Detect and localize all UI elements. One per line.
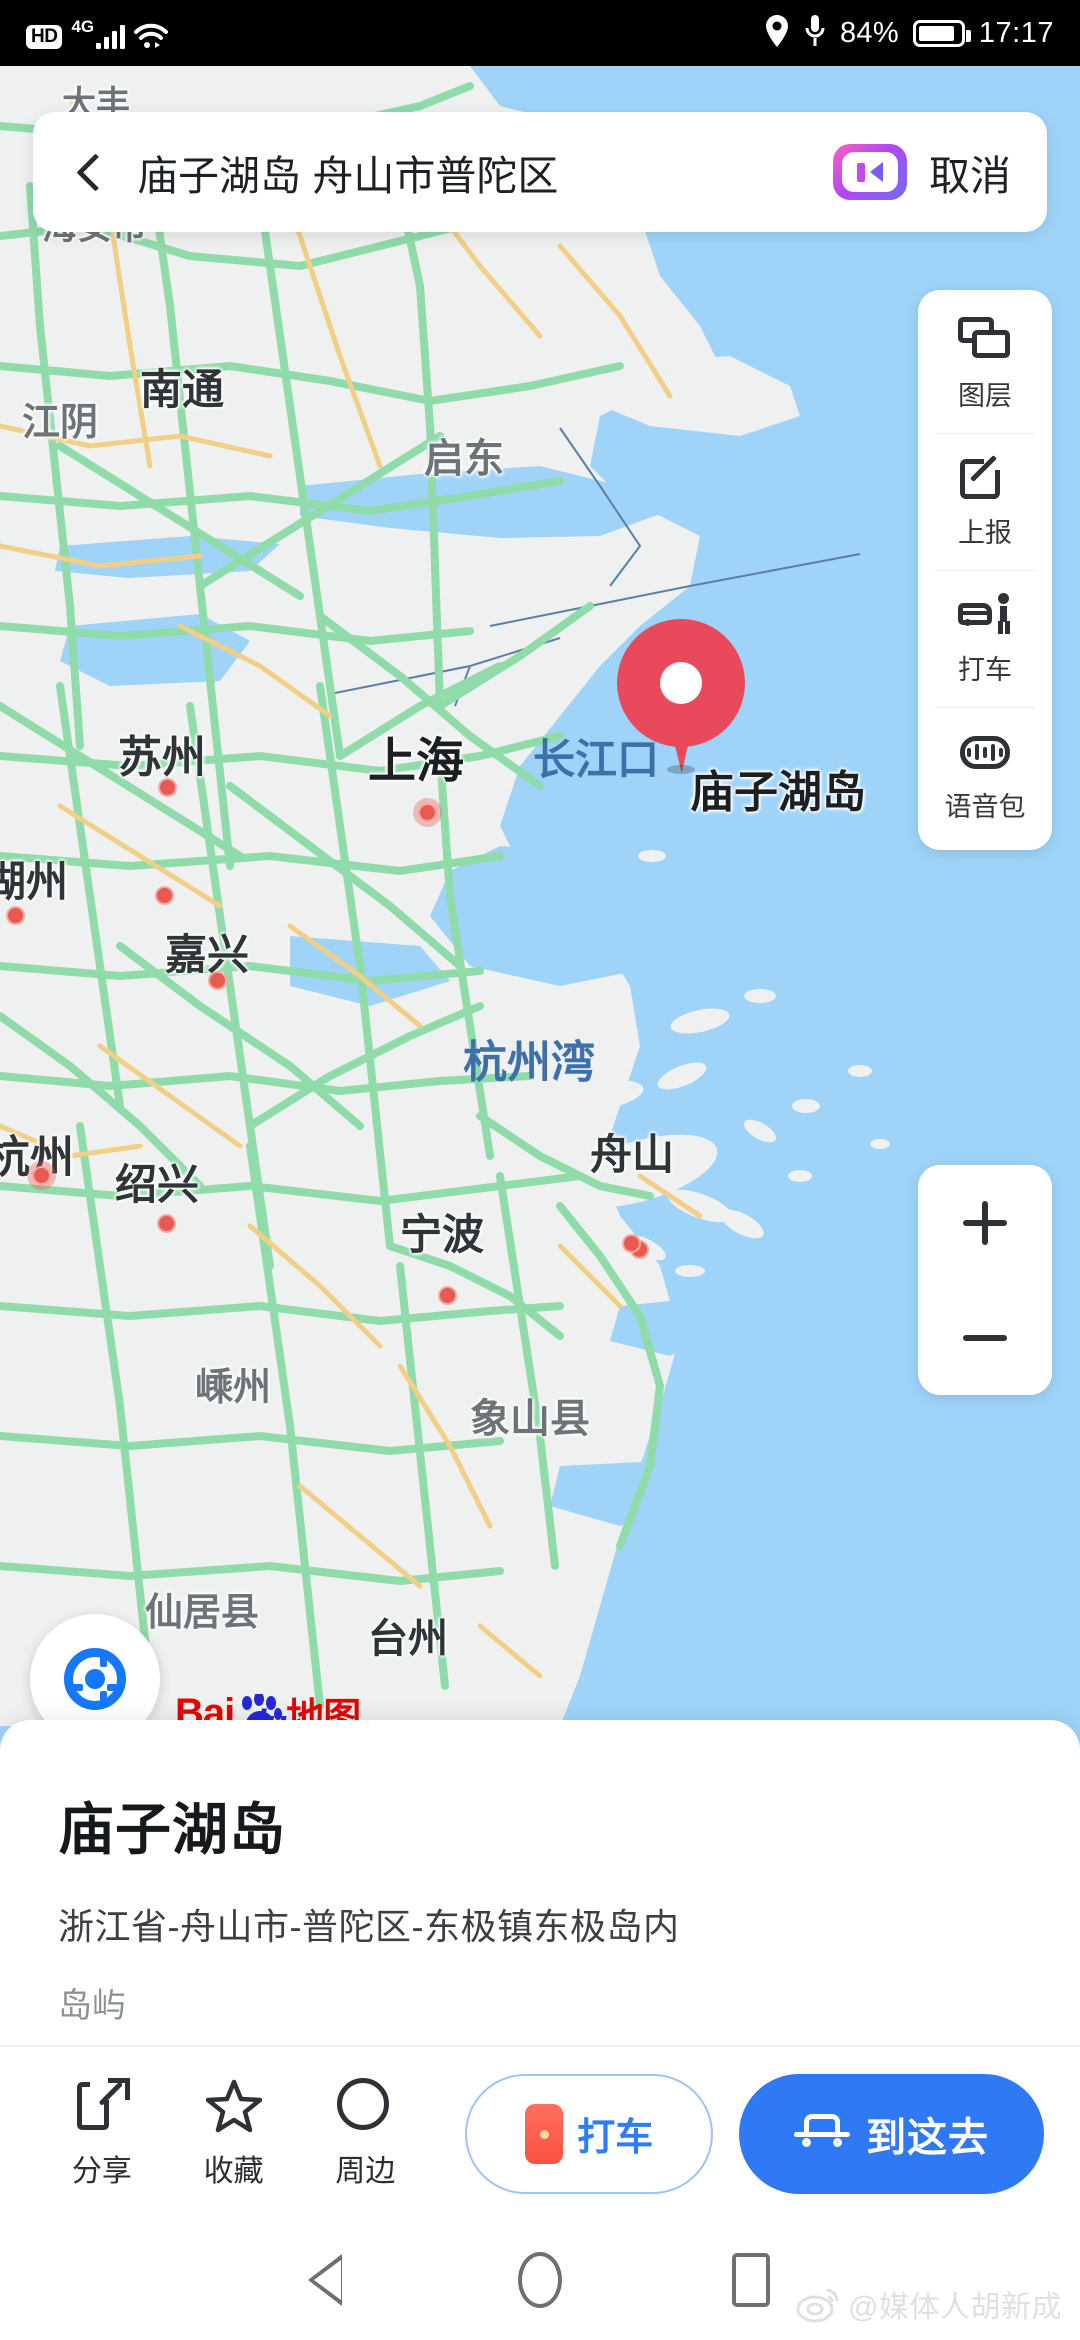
signal-strength-bars xyxy=(96,23,126,49)
map-city-dot xyxy=(6,906,25,925)
android-nav-bar: @媒体人胡新成 xyxy=(0,2220,1080,2340)
nearby-action[interactable]: 周边 xyxy=(300,2077,432,2190)
nav-home-circle-icon[interactable] xyxy=(518,2252,562,2308)
layers-icon xyxy=(958,316,1012,367)
map-city-dot xyxy=(157,1214,176,1233)
minus-icon xyxy=(963,1334,1007,1341)
nav-recent-square-icon[interactable] xyxy=(732,2253,770,2307)
network-type-label: 4G xyxy=(71,16,95,36)
weibo-watermark: @媒体人胡新成 xyxy=(796,2282,1062,2326)
map-city-dot xyxy=(208,971,227,990)
place-detail-sheet: 庙子湖岛 浙江省-舟山市-普陀区-东极镇东极岛内 岛屿 分享 收藏 周边 打车 xyxy=(0,1720,1080,2220)
battery-icon xyxy=(912,19,971,47)
status-bar-clock: 17:17 xyxy=(978,16,1054,49)
map-city-dot xyxy=(622,1234,641,1253)
map-city-dot xyxy=(155,886,174,905)
pin-shadow xyxy=(667,765,695,774)
status-bar: HD 4G 84% 17:17 xyxy=(0,0,1080,66)
zoom-in-button[interactable] xyxy=(918,1165,1052,1280)
map-city-dot xyxy=(418,803,437,822)
tool-label-report: 上报 xyxy=(958,517,1012,548)
nav-back-triangle-icon[interactable] xyxy=(308,2250,348,2310)
map-city-dot xyxy=(158,778,177,797)
watermark-text: @媒体人胡新成 xyxy=(848,2291,1062,2324)
place-action-bar: 分享 收藏 周边 打车 到这去 xyxy=(0,2047,1080,2220)
microphone-icon xyxy=(804,14,826,53)
status-bar-right: 84% 17:17 xyxy=(764,14,1054,53)
tool-item-report[interactable]: 上报 xyxy=(918,433,1052,570)
map-city-dot xyxy=(32,1166,51,1185)
zoom-control xyxy=(918,1165,1052,1395)
place-title: 庙子湖岛 xyxy=(58,1798,286,1861)
tool-item-layers[interactable]: 图层 xyxy=(918,296,1052,433)
map-pin-marker[interactable] xyxy=(617,619,745,774)
star-icon xyxy=(205,2078,262,2134)
search-bar[interactable]: 庙子湖岛 舟山市普陀区 取消 xyxy=(33,112,1047,232)
favorite-action[interactable]: 收藏 xyxy=(168,2078,300,2190)
go-here-label: 到这去 xyxy=(866,2115,990,2160)
mini-program-glyph xyxy=(842,152,898,192)
back-chevron-icon[interactable] xyxy=(69,152,109,192)
wifi-icon xyxy=(134,23,169,49)
search-input[interactable]: 庙子湖岛 舟山市普陀区 xyxy=(137,142,833,202)
car-icon xyxy=(794,2113,851,2154)
zoom-out-button[interactable] xyxy=(918,1280,1052,1395)
tool-label-taxi: 打车 xyxy=(958,654,1012,685)
battery-percent-label: 84% xyxy=(839,16,899,49)
tool-label-layers: 图层 xyxy=(958,380,1012,411)
tool-label-voice: 语音包 xyxy=(944,791,1026,822)
report-edit-icon xyxy=(958,453,1012,504)
favorite-label: 收藏 xyxy=(203,2154,264,2188)
pin-core xyxy=(660,662,702,704)
taxi-app-chip-icon xyxy=(525,2103,564,2164)
taxi-button-label: 打车 xyxy=(577,2117,654,2159)
compass-nearby-icon xyxy=(337,2077,393,2134)
taxi-button[interactable]: 打车 xyxy=(465,2073,714,2194)
taxi-hail-icon xyxy=(958,591,1012,641)
nearby-label: 周边 xyxy=(335,2154,396,2188)
map-tool-panel: 图层 上报 打车 语音包 xyxy=(918,290,1052,850)
tool-item-taxi[interactable]: 打车 xyxy=(918,570,1052,707)
share-action[interactable]: 分享 xyxy=(36,2077,168,2190)
place-category: 岛屿 xyxy=(58,1987,126,2025)
mini-program-icon[interactable] xyxy=(833,144,907,200)
voice-pack-icon xyxy=(958,728,1012,778)
status-bar-left: HD 4G xyxy=(26,16,169,49)
share-label: 分享 xyxy=(71,2154,132,2188)
locate-crosshair-icon xyxy=(64,1648,126,1710)
go-here-button[interactable]: 到这去 xyxy=(739,2073,1044,2194)
cancel-button[interactable]: 取消 xyxy=(929,142,1011,202)
location-pin-icon xyxy=(764,14,790,53)
hd-badge: HD xyxy=(26,24,63,49)
map-city-dot xyxy=(438,1286,457,1305)
share-icon xyxy=(74,2077,130,2134)
tool-item-voice[interactable]: 语音包 xyxy=(918,707,1052,844)
signal-bars-icon: 4G xyxy=(71,16,126,49)
weibo-eye-icon xyxy=(796,2284,842,2324)
place-address: 浙江省-舟山市-普陀区-东极镇东极岛内 xyxy=(58,1906,680,1947)
